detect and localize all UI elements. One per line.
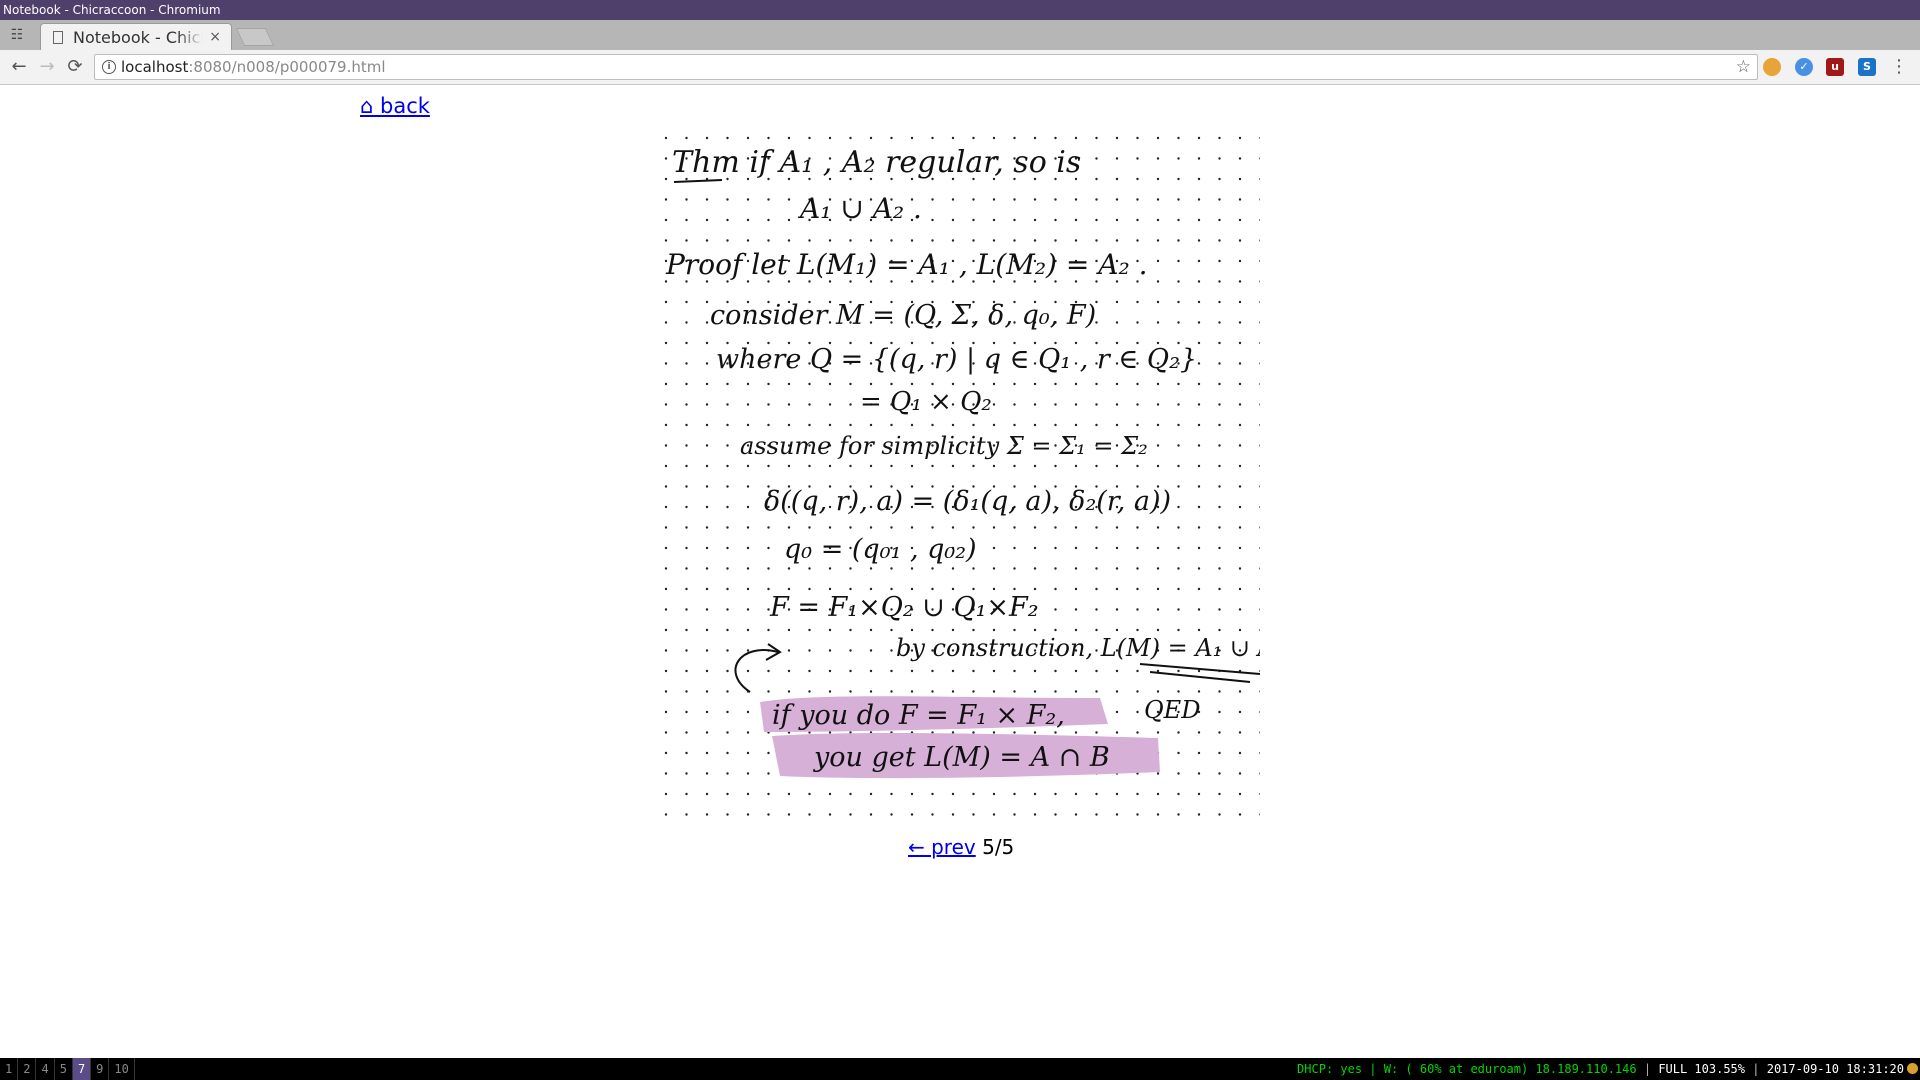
tray-icon[interactable] [1907,1063,1918,1074]
network-status: DHCP: yes | W: ( 60% at eduroam) 18.189.… [1297,1062,1637,1076]
tab-notebook[interactable]: Notebook - Chicraccoon × [40,23,232,50]
url-text[interactable]: localhost:8080/n008/p000079.html [121,55,386,79]
forward-arrow-icon[interactable]: → [34,55,60,79]
url-host: localhost [121,58,189,76]
status-info: DHCP: yes | W: ( 60% at eduroam) 18.189.… [1297,1058,1904,1080]
page-icon [53,30,63,44]
notebook-line: q₀ = (q₀₁ , q₀₂) [784,534,977,565]
tab-close-icon[interactable]: × [209,29,221,45]
window-menu-icon[interactable]: ☷ [6,26,28,44]
info-icon[interactable]: i [102,60,116,74]
address-bar[interactable]: i localhost:8080/n008/p000079.html ☆ [94,54,1758,80]
workspace-9[interactable]: 9 [91,1058,110,1080]
notebook-line: = Q₁ × Q₂ [860,387,992,417]
back-link[interactable]: ⌂ back [360,94,430,118]
tab-strip: ☷ Notebook - Chicraccoon × [0,20,1920,50]
notebook-line: by construction, L(M) = A₁ ∪ A₂ [896,634,1260,662]
back-arrow-icon[interactable]: ← [6,55,32,79]
notebook-line: consider M = (Q, Σ, δ, q₀, F) [710,300,1096,331]
notebook-line: assume for simplicity Σ = Σ₁ = Σ₂ [740,432,1148,460]
url-path: :8080/n008/p000079.html [188,58,386,76]
workspace-list: 1 2 4 5 7 9 10 [0,1058,135,1080]
bookmark-star-icon[interactable]: ☆ [1736,55,1751,79]
notebook-line: A₁ ∪ A₂ . [797,192,922,225]
status-separator: | [1752,1062,1760,1076]
notebook-line: QED [1144,696,1200,724]
workspace-5[interactable]: 5 [55,1058,73,1080]
bird-extension-icon[interactable]: ✓ [1795,58,1813,76]
notebook-line: where Q = {(q, r) | q ∈ Q₁ , r ∈ Q₂} [716,344,1197,375]
prev-link[interactable]: ← prev [908,835,976,859]
status-separator: | [1643,1062,1652,1076]
notebook-line: F = F₁×Q₂ ∪ Q₁×F₂ [769,592,1039,623]
workspace-10[interactable]: 10 [109,1058,135,1080]
workspace-7[interactable]: 7 [72,1058,92,1080]
cookie-extension-icon[interactable] [1763,58,1781,76]
browser-toolbar: ← → ⟳ i localhost:8080/n008/p000079.html… [0,50,1920,85]
pager: ← prev 5/5 [908,835,1014,859]
notebook-line: Thm if A₁ , A₂ regular, so is [672,145,1081,180]
page-counter: 5/5 [982,835,1015,859]
clock: 2017-09-10 18:31:20 [1766,1062,1904,1076]
workspace-2[interactable]: 2 [18,1058,37,1080]
new-tab-button[interactable] [235,28,275,46]
workspace-1[interactable]: 1 [0,1058,19,1080]
notebook-line: if you do F = F₁ × F₂, [772,700,1065,731]
ublock-extension-icon[interactable]: u [1826,58,1844,76]
battery-status: FULL 103.55% [1658,1062,1746,1076]
notebook-canvas: Thm if A₁ , A₂ regular, so is A₁ ∪ A₂ . … [660,132,1285,832]
browser-menu-icon[interactable]: ⋮ [1890,55,1908,79]
notebook-line: δ((q, r), a) = (δ₁(q, a), δ₂(r, a)) [764,486,1171,517]
notebook-page: Thm if A₁ , A₂ regular, so is A₁ ∪ A₂ . … [660,132,1285,832]
notebook-line: Proof let L(M₁) = A₁ , L(M₂) = A₂ . [665,248,1147,281]
workspace-4[interactable]: 4 [36,1058,55,1080]
s-extension-icon[interactable]: S [1858,58,1876,76]
status-bar: 1 2 4 5 7 9 10 DHCP: yes | W: ( 60% at eduroam… [0,1058,1920,1080]
tab-title: Notebook - Chicraccoon [73,27,204,47]
os-window-title: Notebook - Chicraccoon - Chromium [0,0,1920,20]
notebook-line: you get L(M) = A ∩ B [813,742,1110,773]
reload-icon[interactable]: ⟳ [62,55,88,79]
